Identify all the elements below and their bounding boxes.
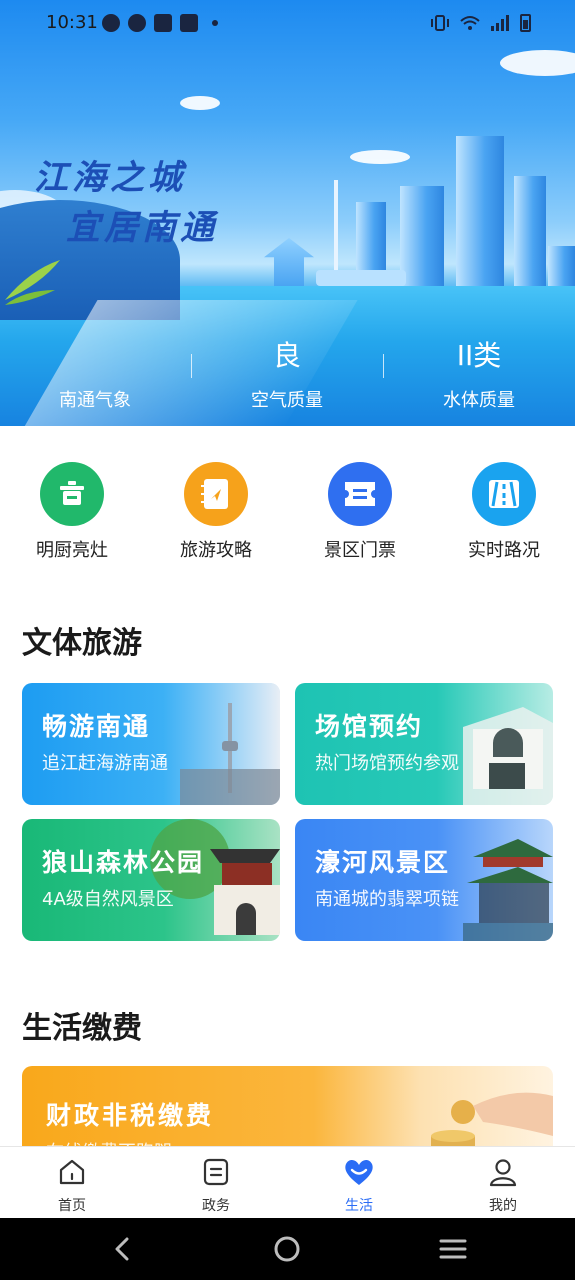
system-navigation-bar	[0, 1218, 575, 1280]
app-notification-icon	[128, 14, 146, 32]
card-langshan-park-title: 狼山森林公园	[42, 848, 205, 877]
wifi-icon	[460, 16, 480, 30]
user-icon	[489, 1159, 517, 1187]
home-icon	[59, 1159, 85, 1185]
shopping-bag-icon	[154, 14, 172, 32]
metric-water-quality-value: II类	[456, 339, 502, 372]
shopping-bag-icon	[180, 14, 198, 32]
tv-tower-image	[150, 683, 280, 805]
metric-weather[interactable]: 南通气象	[0, 336, 190, 412]
metric-weather-value	[0, 336, 190, 376]
hero-banner: 江海之城 宜居南通 10:31 南通气象 良 空气质量 II类 水体质量	[0, 0, 575, 426]
venue-building-image	[463, 707, 553, 805]
metric-air-quality-value: 良	[272, 339, 301, 372]
bottom-tab-bar: 首页 政务 生活 我的	[0, 1146, 575, 1218]
status-icons	[430, 14, 531, 32]
quick-entries: 明厨亮灶 旅游攻略 景区门票 实时路况	[0, 462, 575, 562]
tab-mine[interactable]: 我的	[453, 1157, 553, 1215]
environment-metrics: 南通气象 良 空气质量 II类 水体质量	[0, 336, 575, 416]
document-icon	[203, 1158, 229, 1186]
building	[456, 136, 504, 286]
tab-mine-label: 我的	[489, 1198, 517, 1214]
pavilion	[264, 238, 314, 286]
building	[548, 246, 575, 286]
bridge	[316, 270, 406, 286]
card-venue-booking[interactable]: 场馆预约 热门场馆预约参观	[295, 683, 553, 805]
tab-home-label: 首页	[58, 1198, 86, 1214]
building	[514, 176, 546, 286]
card-fiscal-payment-title: 财政非税缴费	[46, 1101, 215, 1130]
card-venue-booking-subtitle: 热门场馆预约参观	[315, 753, 459, 774]
cloud	[350, 150, 410, 164]
card-tour-nantong-subtitle: 追江赶海游南通	[42, 753, 168, 774]
entry-travel-guide-label: 旅游攻略	[180, 540, 252, 561]
card-venue-booking-title: 场馆预约	[315, 712, 424, 741]
leaf-decoration	[5, 260, 60, 305]
tab-life[interactable]: 生活	[309, 1157, 409, 1215]
home-button-icon[interactable]	[272, 1234, 302, 1264]
metric-air-quality[interactable]: 良 空气质量	[192, 336, 382, 412]
tab-home[interactable]: 首页	[22, 1157, 122, 1215]
entry-travel-guide[interactable]: 旅游攻略	[156, 462, 276, 562]
hero-slogan-line2: 宜居南通	[66, 208, 218, 248]
card-langshan-park[interactable]: 狼山森林公园 4A级自然风景区	[22, 819, 280, 941]
entry-kitchen-circle	[40, 462, 104, 526]
card-haohe-scenic-subtitle: 南通城的翡翠项链	[315, 889, 459, 910]
section-title-culture-tourism: 文体旅游	[22, 626, 142, 661]
card-haohe-scenic[interactable]: 濠河风景区 南通城的翡翠项链	[295, 819, 553, 941]
status-bar: 10:31	[0, 0, 575, 48]
metric-water-quality-label: 水体质量	[443, 390, 515, 411]
card-tour-nantong-title: 畅游南通	[42, 712, 151, 741]
haohe-pavilion-image	[463, 839, 553, 941]
metric-water-quality[interactable]: II类 水体质量	[384, 336, 574, 412]
building	[400, 186, 444, 286]
entry-traffic-circle	[472, 462, 536, 526]
cloud	[500, 50, 575, 76]
road-icon	[489, 480, 519, 508]
entry-travel-guide-circle	[184, 462, 248, 526]
signal-icon	[491, 15, 509, 31]
hero-slogan-line1: 江海之城	[34, 158, 186, 198]
metric-air-quality-label: 空气质量	[251, 390, 323, 411]
section-title-life-payment: 生活缴费	[22, 1011, 142, 1046]
card-tour-nantong[interactable]: 畅游南通 追江赶海游南通	[22, 683, 280, 805]
card-haohe-scenic-title: 濠河风景区	[315, 848, 451, 877]
langshan-temple-image	[150, 819, 280, 935]
ticket-icon	[345, 482, 375, 506]
cloud	[180, 96, 220, 110]
status-time: 10:31	[46, 12, 98, 33]
more-notifications-dot	[212, 20, 218, 26]
card-langshan-park-subtitle: 4A级自然风景区	[42, 889, 174, 910]
entry-kitchen[interactable]: 明厨亮灶	[12, 462, 132, 562]
vibrate-icon	[431, 15, 449, 31]
metric-weather-label: 南通气象	[59, 390, 131, 411]
entry-scenic-tickets-label: 景区门票	[324, 540, 396, 561]
tab-government[interactable]: 政务	[166, 1157, 266, 1215]
entry-traffic[interactable]: 实时路况	[444, 462, 564, 562]
entry-scenic-tickets[interactable]: 景区门票	[300, 462, 420, 562]
guidebook-icon	[201, 479, 228, 509]
battery-icon	[520, 14, 531, 32]
back-icon[interactable]	[108, 1234, 138, 1264]
chat-notification-icon	[102, 14, 120, 32]
entry-scenic-tickets-circle	[328, 462, 392, 526]
tab-life-label: 生活	[345, 1198, 373, 1214]
heart-icon	[345, 1159, 373, 1185]
tab-government-label: 政务	[202, 1198, 230, 1214]
entry-kitchen-label: 明厨亮灶	[36, 540, 108, 561]
menu-icon[interactable]	[438, 1234, 468, 1264]
entry-traffic-label: 实时路况	[468, 540, 540, 561]
pot-icon	[60, 481, 84, 505]
